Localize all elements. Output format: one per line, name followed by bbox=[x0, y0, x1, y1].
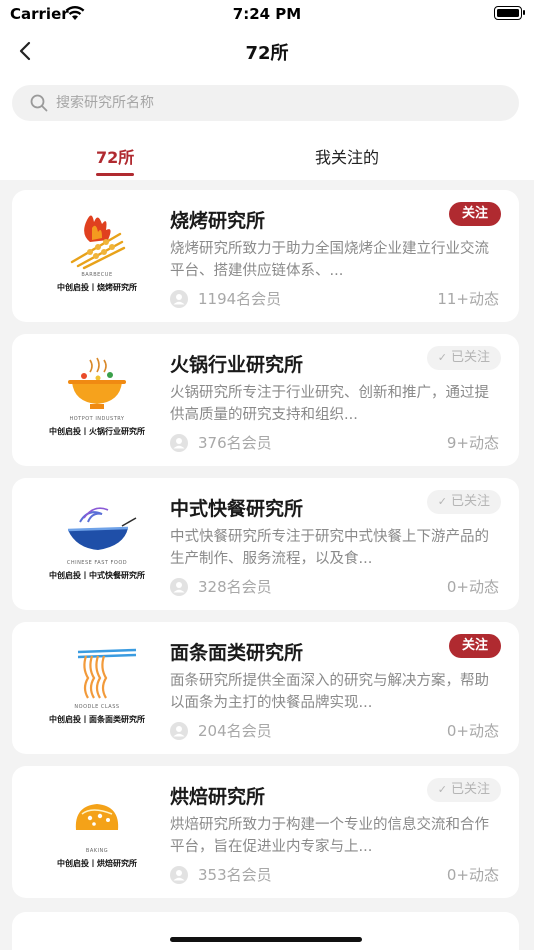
activity-count: 9+动态 bbox=[446, 434, 499, 452]
member-count-label: 353名会员 bbox=[198, 866, 272, 884]
user-icon bbox=[170, 577, 188, 596]
bread-bun-icon bbox=[75, 804, 119, 830]
institute-logo: BAKING 中创启投丨烘焙研究所 bbox=[32, 788, 162, 878]
home-indicator[interactable] bbox=[170, 937, 362, 942]
member-count: 328名会员 bbox=[170, 576, 272, 597]
battery-icon bbox=[494, 6, 525, 20]
check-icon: ✓ bbox=[437, 783, 447, 796]
active-tab-indicator bbox=[96, 173, 135, 176]
logo-caption: 中创启投丨面条面类研究所 bbox=[49, 715, 145, 724]
institute-title: 烘焙研究所 bbox=[170, 786, 266, 808]
user-icon bbox=[170, 721, 188, 740]
institute-title: 火锅行业研究所 bbox=[170, 354, 304, 376]
institute-description: 面条研究所提供全面深入的研究与解决方案，帮助以面条为主打的快餐品牌实现... bbox=[170, 673, 489, 711]
tab-72-institutes[interactable]: 72所 bbox=[96, 144, 135, 176]
check-icon: ✓ bbox=[437, 351, 447, 364]
follow-label: 关注 bbox=[461, 206, 488, 221]
institute-title: 面条面类研究所 bbox=[170, 642, 304, 664]
follow-button[interactable]: 关注 bbox=[448, 202, 501, 226]
member-count: 1194名会员 bbox=[170, 288, 281, 309]
follow-label: 关注 bbox=[461, 638, 488, 653]
member-count: 204名会员 bbox=[170, 720, 272, 741]
followed-button[interactable]: ✓ 已关注 bbox=[426, 346, 501, 370]
logo-caption: 中创启投丨烧烤研究所 bbox=[57, 283, 137, 292]
search-bar[interactable] bbox=[12, 85, 519, 121]
user-icon bbox=[170, 865, 188, 884]
noodle-bowl-icon bbox=[67, 507, 137, 550]
check-icon: ✓ bbox=[437, 495, 447, 508]
member-count: 376名会员 bbox=[170, 432, 272, 453]
institute-title: 中式快餐研究所 bbox=[170, 498, 304, 520]
institute-description: 烧烤研究所致力于助力全国烧烤企业建立行业交流平台、搭建供应链体系、... bbox=[170, 241, 489, 279]
institute-card[interactable]: NOODLE CLASS 中创启投丨面条面类研究所 面条面类研究所 关注 面条研… bbox=[12, 622, 519, 754]
logo-caption: 中创启投丨烘焙研究所 bbox=[57, 859, 137, 868]
tab-label: 72所 bbox=[96, 148, 135, 167]
activity-count: 0+动态 bbox=[446, 866, 499, 884]
status-bar: Carrier 7:24 PM bbox=[0, 0, 534, 28]
institute-logo: CHINESE FAST FOOD 中创启投丨中式快餐研究所 bbox=[32, 500, 162, 590]
institute-card[interactable]: BAKING 中创启投丨烘焙研究所 烘焙研究所 ✓ 已关注 烘焙研究所致力于构建一… bbox=[12, 766, 519, 898]
follow-button[interactable]: 关注 bbox=[448, 634, 501, 658]
institute-card[interactable]: HOTPOT INDUSTRY 中创启投丨火锅行业研究所 火锅行业研究所 ✓ 已关… bbox=[12, 334, 519, 466]
noodles-chopsticks-icon bbox=[77, 648, 137, 699]
followed-button[interactable]: ✓ 已关注 bbox=[426, 490, 501, 514]
member-count-label: 1194名会员 bbox=[198, 290, 282, 308]
page-title: 72所 bbox=[245, 43, 289, 64]
logo-english-text: HOTPOT INDUSTRY bbox=[69, 416, 125, 422]
barbecue-skewer-icon bbox=[70, 215, 126, 270]
logo-english-text: CHINESE FAST FOOD bbox=[66, 560, 128, 566]
search-section bbox=[0, 74, 534, 132]
tab-bar: 72所 我关注的 bbox=[0, 132, 534, 180]
search-icon bbox=[30, 94, 48, 112]
tab-my-following[interactable]: 我关注的 bbox=[315, 144, 379, 168]
activity-count: 0+动态 bbox=[446, 578, 499, 596]
institute-description: 中式快餐研究所专注于研究中式快餐上下游产品的生产制作、服务流程，以及食... bbox=[170, 529, 489, 567]
member-count-label: 376名会员 bbox=[198, 434, 272, 452]
user-icon bbox=[170, 433, 188, 452]
logo-caption: 中创启投丨中式快餐研究所 bbox=[49, 571, 145, 580]
logo-english-text: NOODLE CLASS bbox=[74, 704, 120, 710]
follow-label: 已关注 bbox=[450, 494, 490, 509]
user-icon bbox=[170, 289, 188, 308]
member-count: 353名会员 bbox=[170, 864, 272, 885]
member-count-label: 328名会员 bbox=[198, 578, 272, 596]
hotpot-icon bbox=[68, 357, 126, 409]
next-card-partial bbox=[12, 912, 519, 950]
tab-label: 我关注的 bbox=[315, 148, 380, 167]
logo-caption: 中创启投丨火锅行业研究所 bbox=[49, 427, 145, 436]
logo-english-text: BAKING bbox=[85, 848, 109, 854]
search-input[interactable] bbox=[56, 95, 476, 111]
activity-count: 0+动态 bbox=[446, 722, 499, 740]
navigation-bar: 72所 bbox=[0, 28, 534, 74]
institute-card[interactable]: CHINESE FAST FOOD 中创启投丨中式快餐研究所 中式快餐研究所 ✓… bbox=[12, 478, 519, 610]
institute-logo: BARBECUE 中创启投丨烧烤研究所 bbox=[32, 212, 162, 302]
activity-count: 11+动态 bbox=[437, 290, 499, 308]
follow-label: 已关注 bbox=[450, 782, 490, 797]
followed-button[interactable]: ✓ 已关注 bbox=[426, 778, 501, 802]
institute-title: 烧烤研究所 bbox=[170, 210, 266, 232]
status-time: 7:24 PM bbox=[232, 5, 302, 23]
logo-english-text: BARBECUE bbox=[81, 272, 113, 278]
institute-description: 火锅研究所专注于行业研究、创新和推广，通过提供高质量的研究支持和组织... bbox=[170, 385, 489, 423]
follow-label: 已关注 bbox=[450, 350, 490, 365]
institute-logo: NOODLE CLASS 中创启投丨面条面类研究所 bbox=[32, 644, 162, 734]
institute-logo: HOTPOT INDUSTRY 中创启投丨火锅行业研究所 bbox=[32, 356, 162, 446]
institute-card[interactable]: BARBECUE 中创启投丨烧烤研究所 烧烤研究所 关注 烧烤研究所致力于助力全… bbox=[12, 190, 519, 322]
institute-description: 烘焙研究所致力于构建一个专业的信息交流和合作平台，旨在促进业内专家与上... bbox=[170, 817, 489, 855]
member-count-label: 204名会员 bbox=[198, 722, 272, 740]
